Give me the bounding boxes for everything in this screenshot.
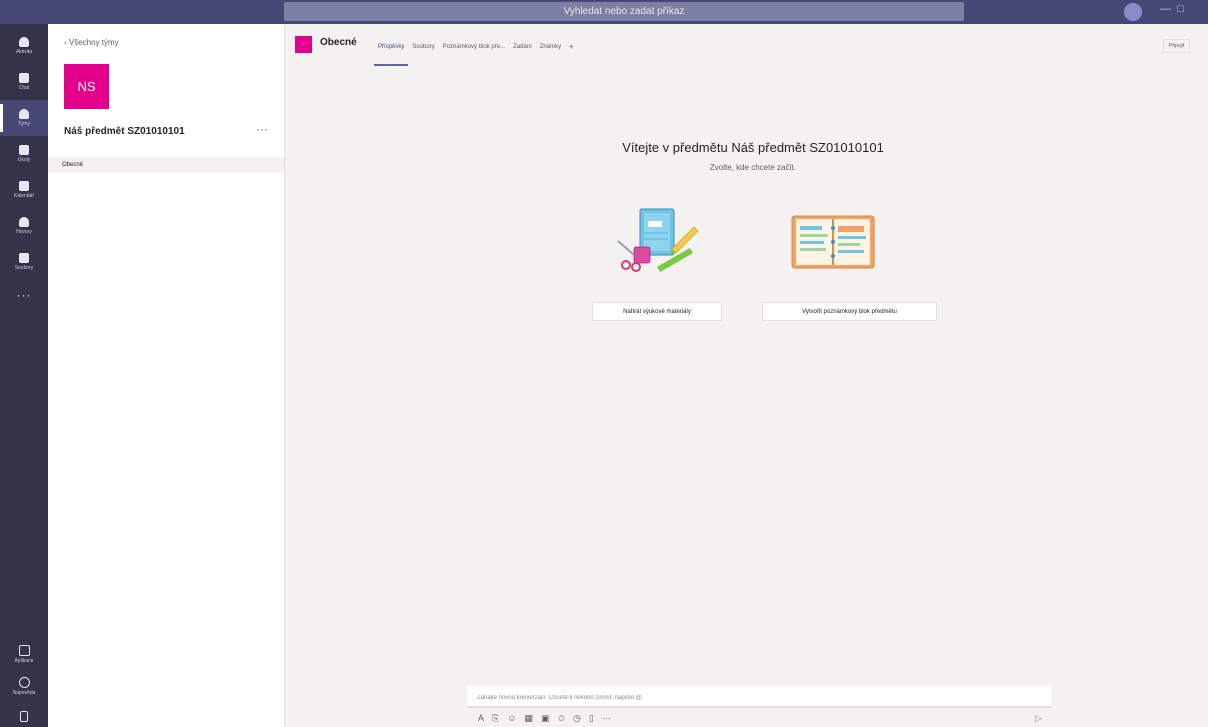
chat-icon — [19, 73, 29, 83]
rail-item-calls[interactable]: Hovory — [0, 208, 48, 244]
rail-label: Soubory — [14, 265, 34, 271]
create-class-notebook-button[interactable]: Vytvořit poznámkový blok předmětu — [762, 302, 937, 321]
apps-icon — [18, 644, 30, 656]
compose-input[interactable] — [467, 688, 1051, 708]
rail-item-apps[interactable]: Aplikace — [0, 636, 48, 672]
welcome-subtitle: Zvolte, kde chcete začít. — [709, 163, 797, 172]
team-panel: ‹ Všechny týmy NS Náš předmět SZ01010101… — [48, 24, 285, 727]
emoji-icon[interactable]: ☺ — [507, 712, 516, 725]
app-rail: Aktivita Chat Týmy Úkoly Kalendář Hovory… — [0, 24, 48, 727]
bell-icon — [19, 37, 29, 47]
attach-icon[interactable]: ⎘ — [492, 712, 499, 725]
rail-item-chat[interactable]: Chat — [0, 64, 48, 100]
calendar-icon — [19, 181, 29, 191]
phone-icon — [19, 217, 29, 227]
tab-files[interactable]: Soubory — [408, 24, 438, 69]
rail-item-assignments[interactable]: Úkoly — [0, 136, 48, 172]
team-more-options-icon[interactable]: ··· — [256, 122, 268, 136]
notebook-illustration — [617, 208, 699, 272]
meet-button[interactable]: Připojit — [1163, 39, 1191, 53]
team-name: Náš předmět SZ01010101 — [64, 126, 185, 137]
channel-avatar: ··· — [295, 36, 312, 53]
channel-title: Obecné — [320, 37, 357, 48]
more-apps-icon[interactable]: ··· — [0, 288, 48, 302]
upload-materials-button[interactable]: Nahrát výukové materiály — [592, 302, 722, 321]
rail-item-teams[interactable]: Týmy — [0, 100, 48, 136]
rail-item-help[interactable]: Nápověda — [0, 668, 48, 704]
team-avatar: NS — [64, 64, 109, 109]
rail-label: Chat — [18, 85, 30, 91]
window-controls[interactable]: — □ — [1160, 3, 1184, 15]
files-icon — [19, 253, 29, 263]
rail-label: Kalendář — [13, 193, 34, 199]
teams-icon — [19, 109, 29, 119]
title-bar: Vyhledat nebo zadat příkaz — □ — [0, 0, 1208, 24]
user-avatar[interactable] — [1124, 3, 1142, 21]
schedule-meeting-icon[interactable]: ◷ — [573, 712, 581, 725]
channel-tabs: Příspěvky Soubory Poznámkový blok pře...… — [374, 24, 578, 69]
more-options-icon[interactable]: ··· — [602, 712, 611, 725]
channel-header: ··· Obecné Příspěvky Soubory Poznámkový … — [285, 24, 1208, 69]
help-icon — [18, 676, 30, 688]
praise-icon[interactable]: ✩ — [557, 712, 565, 725]
channel-item-general[interactable]: Obecné — [48, 157, 284, 173]
send-icon[interactable]: ▷ — [1035, 712, 1042, 725]
search-input[interactable]: Vyhledat nebo zadat příkaz — [284, 2, 964, 21]
tab-assignments[interactable]: Zadání — [509, 24, 536, 69]
assignments-icon — [19, 145, 29, 155]
tab-class-notebook[interactable]: Poznámkový blok pře... — [439, 24, 509, 69]
rail-item-activity[interactable]: Aktivita — [0, 28, 48, 64]
format-icon[interactable]: A — [478, 712, 484, 725]
compose-box — [467, 686, 1051, 708]
sticker-icon[interactable]: ▣ — [541, 712, 550, 725]
tab-posts[interactable]: Příspěvky — [374, 24, 409, 69]
rail-label: Úkoly — [17, 157, 31, 163]
mobile-app-button[interactable] — [0, 706, 48, 727]
tab-grades[interactable]: Známky — [536, 24, 565, 69]
all-teams-link[interactable]: ‹ Všechny týmy — [64, 38, 119, 47]
rail-label: Nápověda — [12, 689, 36, 696]
welcome-title: Vítejte v předmětu Náš předmět SZ0101010… — [622, 140, 884, 155]
class-notebook-illustration — [791, 215, 875, 269]
mobile-icon — [20, 711, 28, 722]
rail-label: Aplikace — [14, 657, 34, 664]
rail-label: Aktivita — [15, 49, 33, 55]
rail-item-files[interactable]: Soubory — [0, 244, 48, 280]
gif-icon[interactable]: ▦ — [524, 712, 533, 725]
rail-label: Hovory — [16, 229, 32, 235]
compose-toolbar: A ⎘ ☺ ▦ ▣ ✩ ◷ ▯ ··· — [478, 712, 611, 725]
add-tab-icon[interactable]: + — [565, 24, 578, 69]
rail-item-calendar[interactable]: Kalendář — [0, 172, 48, 208]
rail-label: Týmy — [17, 121, 31, 127]
stream-icon[interactable]: ▯ — [589, 712, 594, 725]
